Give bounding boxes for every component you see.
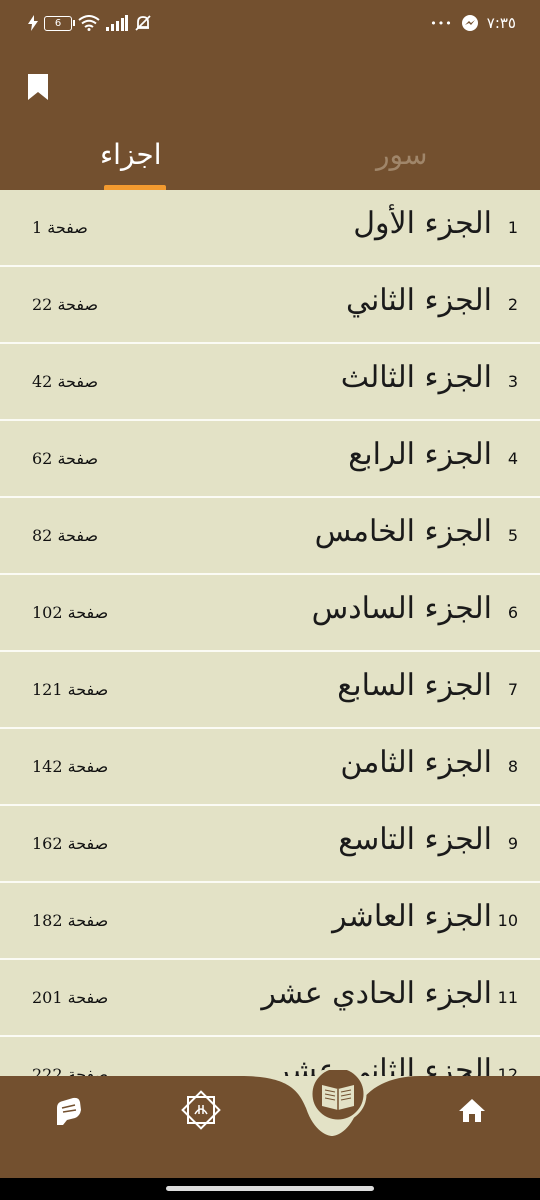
- juz-page: صفحة 62: [32, 449, 99, 468]
- juz-number: 5: [507, 526, 518, 545]
- juz-page: صفحة 102: [32, 603, 109, 622]
- messenger-icon: [461, 15, 478, 31]
- juz-name: الجزء الرابع: [348, 437, 492, 472]
- notification-dots: •••: [430, 16, 453, 30]
- list-item[interactable]: 9 الجزء التاسع صفحة 162: [0, 806, 540, 883]
- juz-page: صفحة 82: [32, 526, 99, 545]
- juz-name: الجزء الثالث: [340, 360, 492, 395]
- list-item[interactable]: 11 الجزء الحادي عشر صفحة 201: [0, 960, 540, 1037]
- juz-number: 11: [497, 988, 518, 1007]
- status-bar: 6 ••• ٧:٣٥: [0, 0, 540, 50]
- juz-name: الجزء العاشر: [332, 899, 492, 934]
- juz-name: الجزء الثاني: [345, 283, 492, 318]
- juz-name: الجزء الحادي عشر: [261, 976, 492, 1011]
- app-header: اجزاء سور: [0, 50, 540, 190]
- list-item[interactable]: 3 الجزء الثالث صفحة 42: [0, 344, 540, 421]
- list-item[interactable]: 4 الجزء الرابع صفحة 62: [0, 421, 540, 498]
- juz-name: الجزء السابع: [337, 668, 492, 703]
- battery-icon: 6: [44, 15, 75, 31]
- quran-book-icon[interactable]: [309, 1070, 367, 1123]
- list-item[interactable]: 8 الجزء الثامن صفحة 142: [0, 729, 540, 806]
- juz-number: 1: [507, 218, 518, 237]
- juz-name: الجزء التاسع: [338, 822, 492, 857]
- bottom-nav: [0, 1070, 540, 1178]
- system-nav-bar: [0, 1178, 540, 1200]
- juz-page: صفحة 162: [32, 834, 109, 853]
- bookmark-icon[interactable]: [28, 74, 48, 100]
- juz-number: 4: [507, 449, 518, 468]
- list-item[interactable]: 6 الجزء السادس صفحة 102: [0, 575, 540, 652]
- list-item[interactable]: 10 الجزء العاشر صفحة 182: [0, 883, 540, 960]
- juz-name: الجزء السادس: [311, 591, 492, 626]
- juz-page: صفحة 121: [32, 680, 109, 699]
- juz-name: الجزء الثامن: [340, 745, 492, 780]
- juz-page: صفحة 182: [32, 911, 109, 930]
- juz-page: صفحة 42: [32, 372, 99, 391]
- juz-page: صفحة 1: [32, 218, 88, 237]
- juz-number: 10: [497, 911, 518, 930]
- tab-suwar[interactable]: سور: [376, 138, 427, 171]
- list-item[interactable]: 5 الجزء الخامس صفحة 82: [0, 498, 540, 575]
- status-icons-left: 6: [28, 14, 152, 32]
- list-item[interactable]: 2 الجزء الثاني صفحة 22: [0, 267, 540, 344]
- juz-page: صفحة 22: [32, 295, 99, 314]
- status-icons-right: ••• ٧:٣٥: [430, 14, 516, 32]
- juz-list[interactable]: 1 الجزء الأول صفحة 1 2 الجزء الثاني صفحة…: [0, 190, 540, 1076]
- juz-number: 8: [507, 757, 518, 776]
- list-item[interactable]: 7 الجزء السابع صفحة 121: [0, 652, 540, 729]
- juz-number: 7: [507, 680, 518, 699]
- battery-level: 6: [54, 17, 62, 29]
- juz-page: صفحة 142: [32, 757, 109, 776]
- charging-icon: [28, 15, 38, 31]
- home-gesture-handle[interactable]: [166, 1186, 374, 1191]
- juz-number: 9: [507, 834, 518, 853]
- mute-bell-icon: [135, 15, 151, 31]
- clock: ٧:٣٥: [486, 14, 516, 32]
- juz-number: 6: [507, 603, 518, 622]
- tab-ajza[interactable]: اجزاء: [100, 138, 161, 171]
- juz-page: صفحة 201: [32, 988, 109, 1007]
- juz-number: 2: [507, 295, 518, 314]
- juz-number: 3: [507, 372, 518, 391]
- list-item[interactable]: 1 الجزء الأول صفحة 1: [0, 190, 540, 267]
- juz-name: الجزء الأول: [353, 206, 492, 241]
- signal-icon: [106, 15, 128, 31]
- wifi-icon: [78, 15, 100, 31]
- juz-name: الجزء الخامس: [314, 514, 492, 549]
